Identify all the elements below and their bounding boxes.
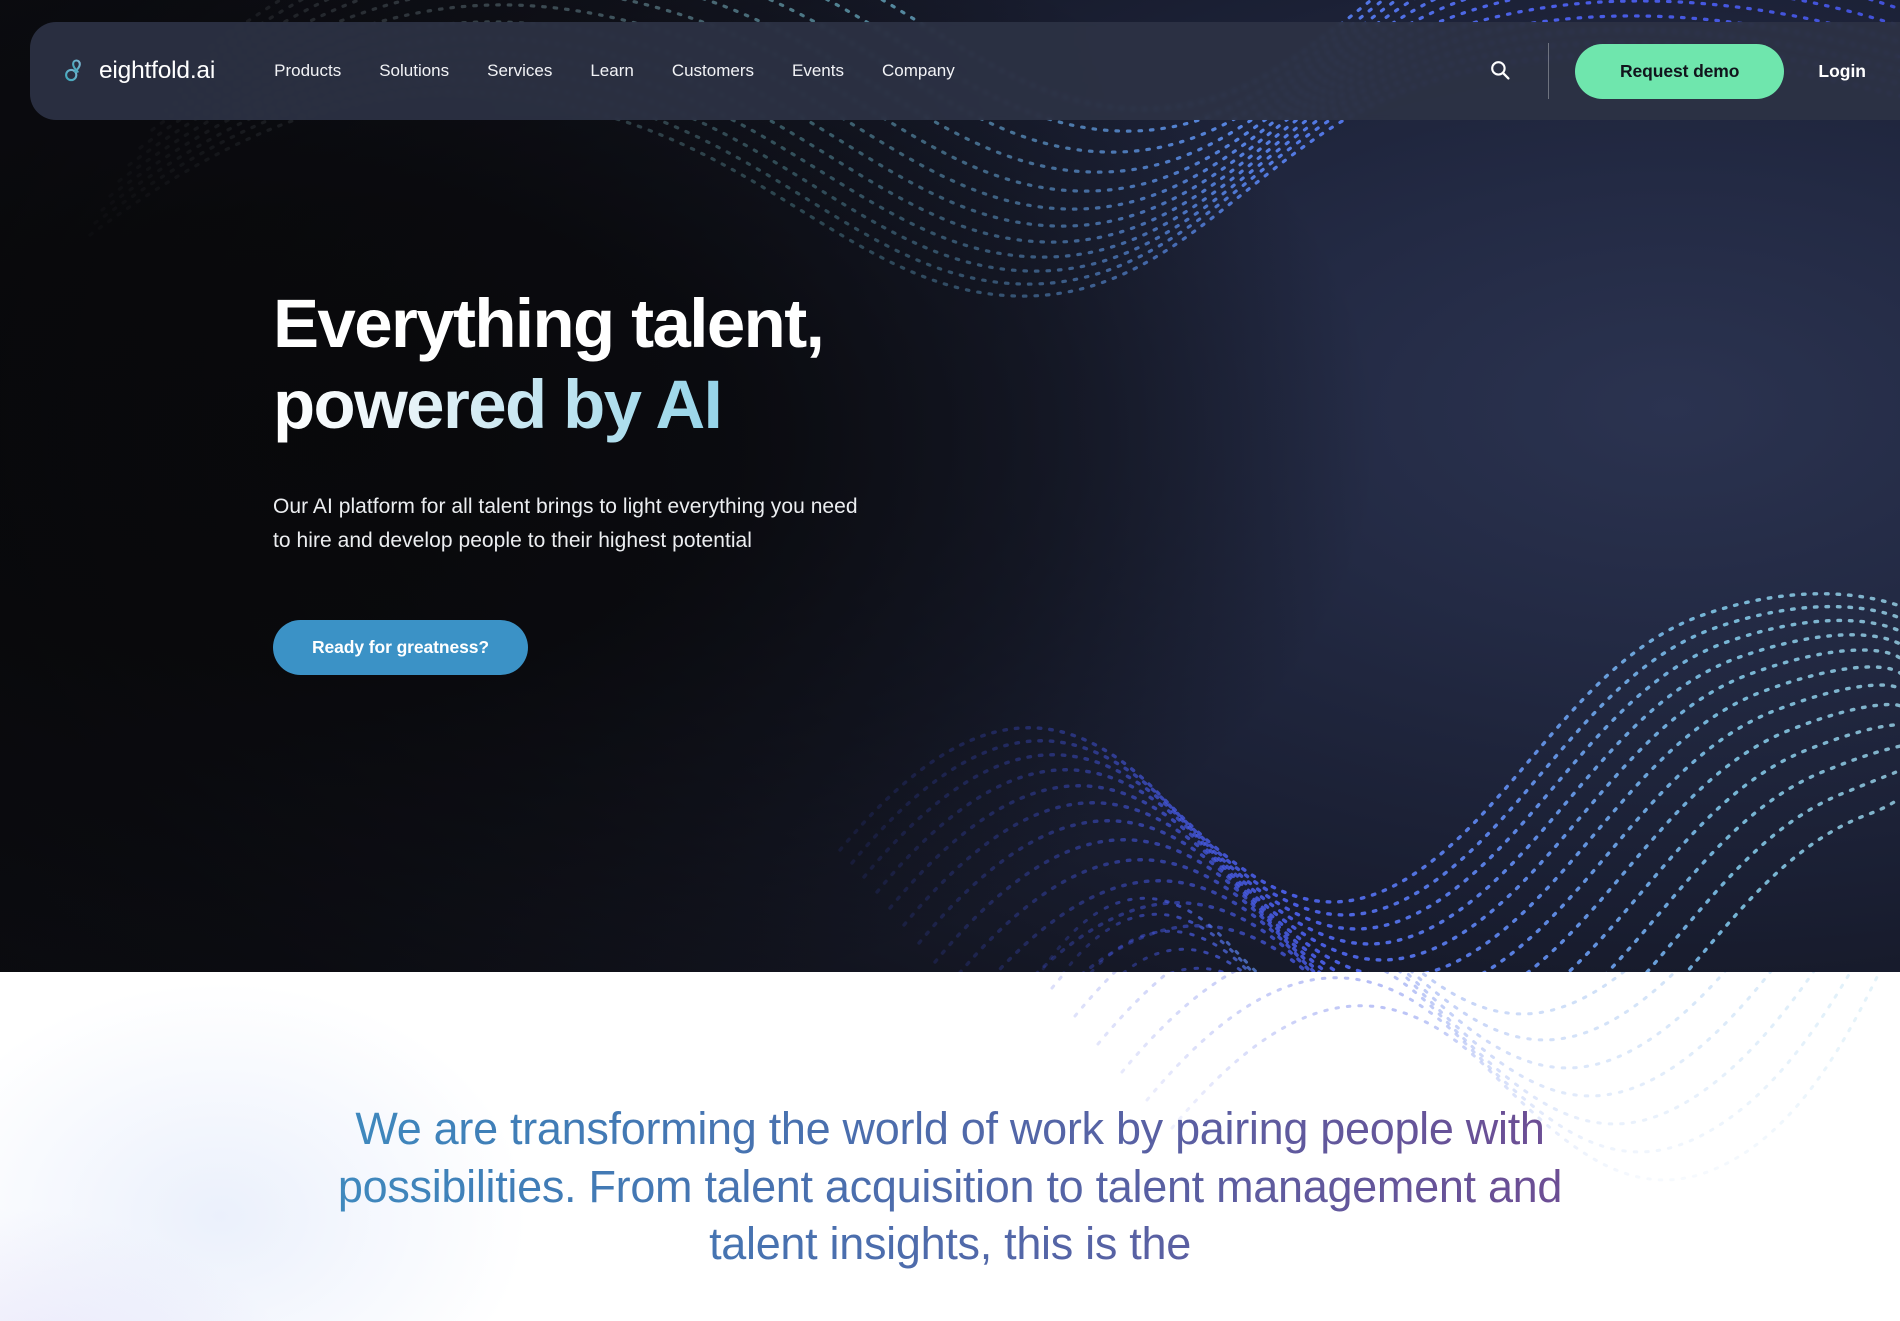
top-navigation-bar: eightfold.ai Products Solutions Services… [30,22,1900,120]
headline-line-2: powered by AI [273,364,1093,445]
nav-item-products[interactable]: Products [255,51,360,91]
brand-name: eightfold.ai [99,57,216,84]
login-link[interactable]: Login [1818,61,1866,82]
statement-section: We are transforming the world of work by… [0,972,1900,1321]
nav-actions: Request demo Login [1478,43,1872,99]
nav-item-learn[interactable]: Learn [571,51,652,91]
nav-item-company[interactable]: Company [863,51,974,91]
headline-line-1: Everything talent, [273,285,825,362]
hero-content: Everything talent, powered by AI Our AI … [273,283,1093,675]
nav-item-solutions[interactable]: Solutions [360,51,468,91]
hero-section: eightfold.ai Products Solutions Services… [0,0,1900,972]
nav-item-customers[interactable]: Customers [653,51,773,91]
primary-nav-links: Products Solutions Services Learn Custom… [255,51,974,91]
search-button[interactable] [1478,49,1522,93]
hero-subcopy: Our AI platform for all talent brings to… [273,490,1093,558]
infinity-logo-icon [62,58,88,84]
ready-for-greatness-button[interactable]: Ready for greatness? [273,619,528,675]
hero-subcopy-line-2: to hire and develop people to their high… [273,528,752,552]
hero-subcopy-line-1: Our AI platform for all talent brings to… [273,494,858,518]
nav-item-services[interactable]: Services [468,51,571,91]
page-title: Everything talent, powered by AI [273,283,1093,446]
request-demo-button[interactable]: Request demo [1574,43,1785,99]
statement-text: We are transforming the world of work by… [0,1100,1900,1273]
search-icon [1489,59,1511,84]
nav-item-events[interactable]: Events [773,51,863,91]
brand-logo-link[interactable]: eightfold.ai [62,57,215,85]
nav-divider [1547,43,1549,99]
